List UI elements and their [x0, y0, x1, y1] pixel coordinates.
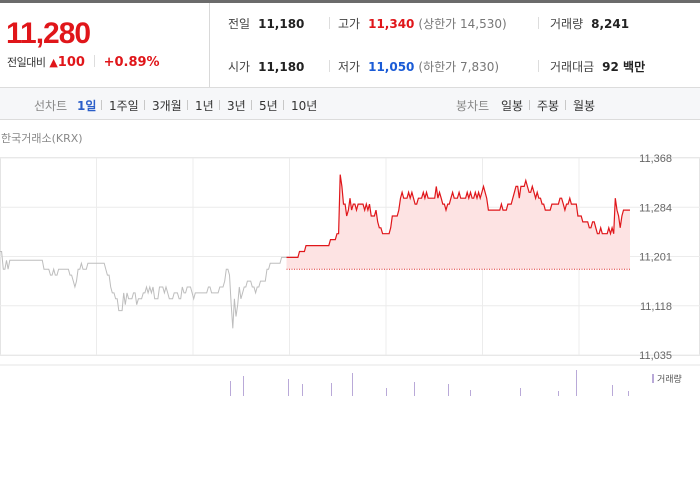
panel-divider	[209, 3, 210, 87]
stat-amount: 거래대금 92 백만	[550, 58, 645, 75]
toolbar-divider	[529, 100, 530, 110]
stat-high: 고가 11,340 (상한가 14,530)	[338, 15, 507, 32]
volume-legend-label: 거래량	[657, 373, 682, 385]
column-divider	[329, 60, 330, 72]
stat-label: 거래량	[550, 17, 584, 31]
stat-label: 저가	[338, 60, 361, 74]
upper-limit-note: (상한가 14,530)	[418, 17, 507, 31]
up-arrow-icon: ▲	[49, 56, 58, 69]
stat-prev-close: 전일 11,180	[228, 15, 304, 32]
stat-label: 시가	[228, 60, 251, 74]
stat-label: 전일	[228, 17, 251, 31]
volume-bar	[448, 384, 449, 396]
change-percent: +0.89%	[103, 55, 160, 70]
toolbar-divider	[144, 100, 145, 110]
volume-legend-swatch	[652, 374, 654, 383]
period-10y-tab[interactable]: 10년	[291, 97, 317, 114]
volume-bar	[243, 376, 244, 396]
volume-bar	[558, 391, 559, 396]
change-divider	[93, 55, 95, 67]
stat-label: 고가	[338, 17, 361, 31]
period-1d-tab[interactable]: 1일	[77, 97, 96, 114]
column-divider	[538, 17, 539, 29]
current-price: 11,280	[6, 17, 91, 50]
toolbar-divider	[219, 100, 220, 110]
toolbar-divider	[283, 100, 284, 110]
monthly-candle-tab[interactable]: 월봉	[573, 97, 595, 114]
volume-bar	[230, 381, 231, 396]
price-up-area	[286, 174, 630, 270]
lower-limit-note: (하한가 7,830)	[418, 60, 500, 74]
volume-bar	[331, 383, 332, 396]
y-tick-label: 11,368	[639, 153, 672, 165]
period-3y-tab[interactable]: 3년	[227, 97, 246, 114]
volume-bar	[414, 382, 415, 396]
line-chart-label: 선차트	[34, 99, 68, 113]
y-tick-label: 11,118	[640, 301, 672, 313]
period-1y-tab[interactable]: 1년	[195, 97, 214, 114]
change-label: 전일대비	[7, 56, 46, 69]
price-panel: 11,280 전일대비 ▲100 +0.89%	[0, 3, 209, 88]
volume-bar	[386, 388, 387, 396]
volume-bar	[352, 373, 353, 396]
stat-value: 11,180	[258, 60, 305, 74]
daily-candle-tab[interactable]: 일봉	[501, 97, 523, 114]
toolbar-divider	[187, 100, 188, 110]
column-divider	[538, 60, 539, 72]
toolbar-divider	[565, 100, 566, 110]
prior-price-line	[0, 251, 287, 329]
stat-value: 11,050	[368, 60, 415, 74]
volume-bar	[288, 379, 289, 396]
y-tick-label: 11,035	[639, 350, 672, 362]
stat-value: 8,241	[591, 17, 630, 31]
weekly-candle-tab[interactable]: 주봉	[537, 97, 559, 114]
toolbar-divider	[101, 100, 102, 110]
period-5y-tab[interactable]: 5년	[259, 97, 278, 114]
candle-chart-label: 봉차트	[456, 99, 490, 113]
change-value: 100	[57, 55, 85, 70]
stat-value: 11,340	[368, 17, 415, 31]
stat-value: 92 백만	[602, 60, 646, 74]
chart-toolbar: 선차트 1일 1주일 3개월 1년 3년 5년 10년 봉차트 일봉 주봉 월봉	[0, 87, 700, 120]
volume-bar	[576, 370, 577, 396]
stat-open: 시가 11,180	[228, 58, 304, 75]
volume-bar	[302, 384, 303, 396]
y-tick-label: 11,201	[639, 252, 672, 264]
volume-bar	[470, 390, 471, 396]
period-1w-tab[interactable]: 1주일	[109, 97, 139, 114]
data-source-label: 한국거래소(KRX)	[1, 132, 83, 145]
price-change: 전일대비 ▲100 +0.89%	[7, 54, 160, 70]
column-divider	[329, 17, 330, 29]
y-tick-label: 11,284	[639, 202, 672, 214]
volume-bar	[628, 391, 629, 396]
volume-bar	[520, 388, 521, 396]
volume-bar	[612, 385, 613, 396]
toolbar-divider	[251, 100, 252, 110]
intraday-price-chart: 11,368 11,284 11,201 11,118 11,035 거래량	[0, 153, 700, 396]
stat-label: 거래대금	[550, 60, 595, 74]
stat-volume: 거래량 8,241	[550, 15, 629, 32]
stat-low: 저가 11,050 (하한가 7,830)	[338, 58, 499, 75]
period-3m-tab[interactable]: 3개월	[152, 97, 182, 114]
stat-value: 11,180	[258, 17, 305, 31]
